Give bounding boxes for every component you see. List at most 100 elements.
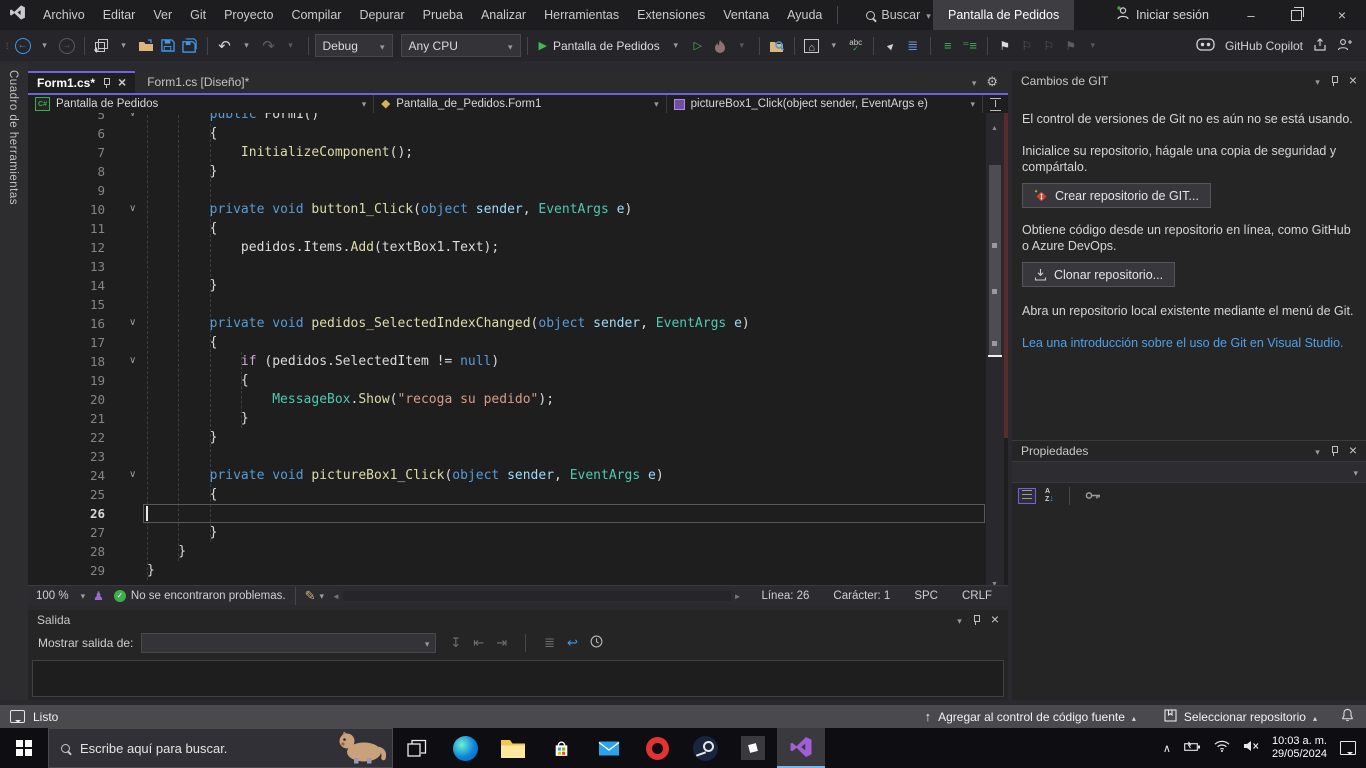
find-in-files-button[interactable] — [766, 34, 788, 58]
notifications-bell-icon[interactable] — [1341, 708, 1354, 725]
decrease-indent-button[interactable]: ≡ — [937, 34, 959, 58]
menu-extensiones[interactable]: Extensiones — [628, 8, 714, 22]
problems-status[interactable]: No se encontraron problemas. — [131, 590, 286, 602]
code-line-27[interactable]: 27 } — [28, 523, 1008, 542]
mail-taskbar-icon[interactable] — [585, 728, 633, 768]
fold-chevron-icon[interactable]: ∨ — [105, 314, 147, 333]
increase-indent-button[interactable]: ⁼≡ — [959, 34, 981, 58]
code-line-5[interactable]: 5∨ public Form1() — [28, 113, 1008, 124]
fold-chevron-icon[interactable]: ∨ — [105, 352, 147, 371]
close-button[interactable] — [1320, 0, 1364, 30]
navigate-back-dropdown-icon[interactable] — [34, 34, 56, 58]
spaces-indicator[interactable]: SPC — [902, 590, 950, 602]
eol-indicator[interactable]: CRLF — [950, 590, 1004, 602]
bookmarks-dropdown-icon[interactable] — [1082, 34, 1104, 58]
panel-dropdown-icon[interactable] — [957, 613, 962, 627]
code-line-11[interactable]: 11 { — [28, 219, 1008, 238]
menu-archivo[interactable]: Archivo — [34, 8, 94, 22]
github-copilot-label[interactable]: GitHub Copilot — [1225, 39, 1303, 53]
jump-to-end-button[interactable]: ↧ — [450, 635, 461, 651]
save-button[interactable] — [157, 34, 179, 58]
start-dropdown-icon[interactable] — [665, 34, 687, 58]
pin-icon[interactable] — [972, 615, 981, 625]
search-highlight-animal-image[interactable] — [334, 728, 386, 767]
menu-depurar[interactable]: Depurar — [350, 8, 413, 22]
add-source-control-menu-icon[interactable] — [1132, 710, 1136, 724]
code-line-22[interactable]: 22 } — [28, 428, 1008, 447]
code-line-12[interactable]: 12 pedidos.Items.Add(textBox1.Text); — [28, 238, 1008, 257]
fold-chevron-icon[interactable]: ∨ — [105, 113, 147, 124]
horizontal-scrollbar[interactable] — [332, 590, 741, 602]
scrollbar-thumb[interactable] — [989, 165, 1001, 355]
code-line-18[interactable]: 18∨ if (pedidos.SelectedItem != null) — [28, 352, 1008, 371]
code-cleanup-dropdown-icon[interactable] — [320, 590, 325, 602]
search-dropdown-icon[interactable] — [926, 8, 931, 22]
vertical-scrollbar[interactable] — [986, 113, 1004, 585]
pin-icon[interactable] — [102, 78, 111, 88]
visual-studio-taskbar-icon[interactable] — [777, 728, 825, 768]
code-line-20[interactable]: 20 MessageBox.Show("recoga su pedido"); — [28, 390, 1008, 409]
code-line-9[interactable]: 9 — [28, 181, 1008, 200]
tab-form1-cs[interactable]: Form1.cs* — [28, 71, 135, 93]
code-line-23[interactable]: 23 — [28, 447, 1008, 466]
select-repository-button[interactable]: Seleccionar repositorio — [1184, 710, 1306, 724]
save-all-button[interactable] — [179, 34, 201, 58]
categorized-view-button[interactable] — [1018, 488, 1036, 504]
taskbar-search-box[interactable]: Escribe aquí para buscar. — [48, 728, 393, 768]
microsoft-store-taskbar-icon[interactable] — [537, 728, 585, 768]
navigate-forward-button[interactable]: → — [56, 34, 78, 58]
taskbar-clock[interactable]: 10:03 a. m. 29/05/2024 — [1272, 735, 1327, 761]
project-dropdown[interactable]: C# Pantalla de Pedidos — [28, 95, 374, 113]
output-header[interactable]: Salida — [28, 610, 1008, 630]
member-dropdown[interactable]: pictureBox1_Click(object sender, EventAr… — [667, 95, 983, 113]
wifi-icon[interactable] — [1214, 739, 1230, 757]
hot-reload-dropdown-icon[interactable] — [731, 34, 753, 58]
zoom-dropdown-icon[interactable] — [81, 590, 86, 602]
menu-editar[interactable]: Editar — [94, 8, 145, 22]
menu-ayuda[interactable]: Ayuda — [778, 8, 831, 22]
undo-dropdown-icon[interactable] — [236, 34, 258, 58]
scroll-left-icon[interactable] — [332, 590, 340, 602]
fold-chevron-icon[interactable]: ∨ — [105, 466, 147, 485]
type-dropdown[interactable]: Pantalla_de_Pedidos.Form1 — [374, 95, 666, 113]
redo-dropdown-icon[interactable] — [280, 34, 302, 58]
select-repository-menu-icon[interactable] — [1313, 710, 1317, 724]
code-line-7[interactable]: 7 InitializeComponent(); — [28, 143, 1008, 162]
close-panel-icon[interactable] — [1349, 444, 1357, 458]
property-pages-button[interactable] — [1085, 487, 1101, 505]
solution-home-dropdown-icon[interactable] — [823, 34, 845, 58]
tray-expand-icon[interactable] — [1163, 739, 1171, 757]
previous-bookmark-button[interactable]: ⚐ — [1016, 34, 1038, 58]
battery-icon[interactable] — [1184, 739, 1201, 757]
steam-taskbar-icon[interactable] — [681, 728, 729, 768]
start-debugging-button[interactable]: ▶ Pantalla de Pedidos — [534, 34, 665, 58]
git-intro-link[interactable]: Lea una introducción sobre el uso de Git… — [1022, 335, 1356, 351]
previous-message-button[interactable]: ⇤ — [473, 635, 484, 651]
solution-home-button[interactable] — [801, 34, 823, 58]
background-tasks-icon[interactable] — [10, 710, 25, 723]
menu-git[interactable]: Git — [181, 8, 215, 22]
properties-object-combo[interactable] — [1012, 461, 1366, 483]
menu-ventana[interactable]: Ventana — [714, 8, 778, 22]
pin-icon[interactable] — [1330, 76, 1339, 86]
code-line-8[interactable]: 8 } — [28, 162, 1008, 181]
add-to-source-control-button[interactable]: Agregar al control de código fuente — [938, 710, 1125, 724]
history-button[interactable] — [590, 635, 603, 651]
panel-dropdown-icon[interactable] — [1315, 74, 1320, 88]
output-text-area[interactable] — [32, 660, 1004, 697]
open-file-button[interactable] — [135, 34, 157, 58]
undo-button[interactable] — [214, 34, 236, 58]
toolbox-tab[interactable]: Cuadro de herramientas — [7, 70, 19, 205]
menu-herramientas[interactable]: Herramientas — [535, 8, 628, 22]
properties-header[interactable]: Propiedades — [1012, 441, 1366, 461]
close-panel-icon[interactable] — [1349, 74, 1357, 88]
tab-form1-designer[interactable]: Form1.cs [Diseño]* — [135, 71, 261, 93]
scroll-right-icon[interactable] — [734, 590, 742, 602]
menu-prueba[interactable]: Prueba — [414, 8, 472, 22]
sign-in-button[interactable]: Iniciar sesión — [1115, 0, 1209, 30]
horizontal-scrollbar-track[interactable] — [343, 591, 731, 601]
code-line-30[interactable]: 30 — [28, 580, 1008, 585]
start-without-debugging-button[interactable]: ▷ — [687, 34, 709, 58]
zoom-level[interactable]: 100 % — [28, 590, 81, 602]
action-center-icon[interactable] — [1340, 741, 1356, 755]
